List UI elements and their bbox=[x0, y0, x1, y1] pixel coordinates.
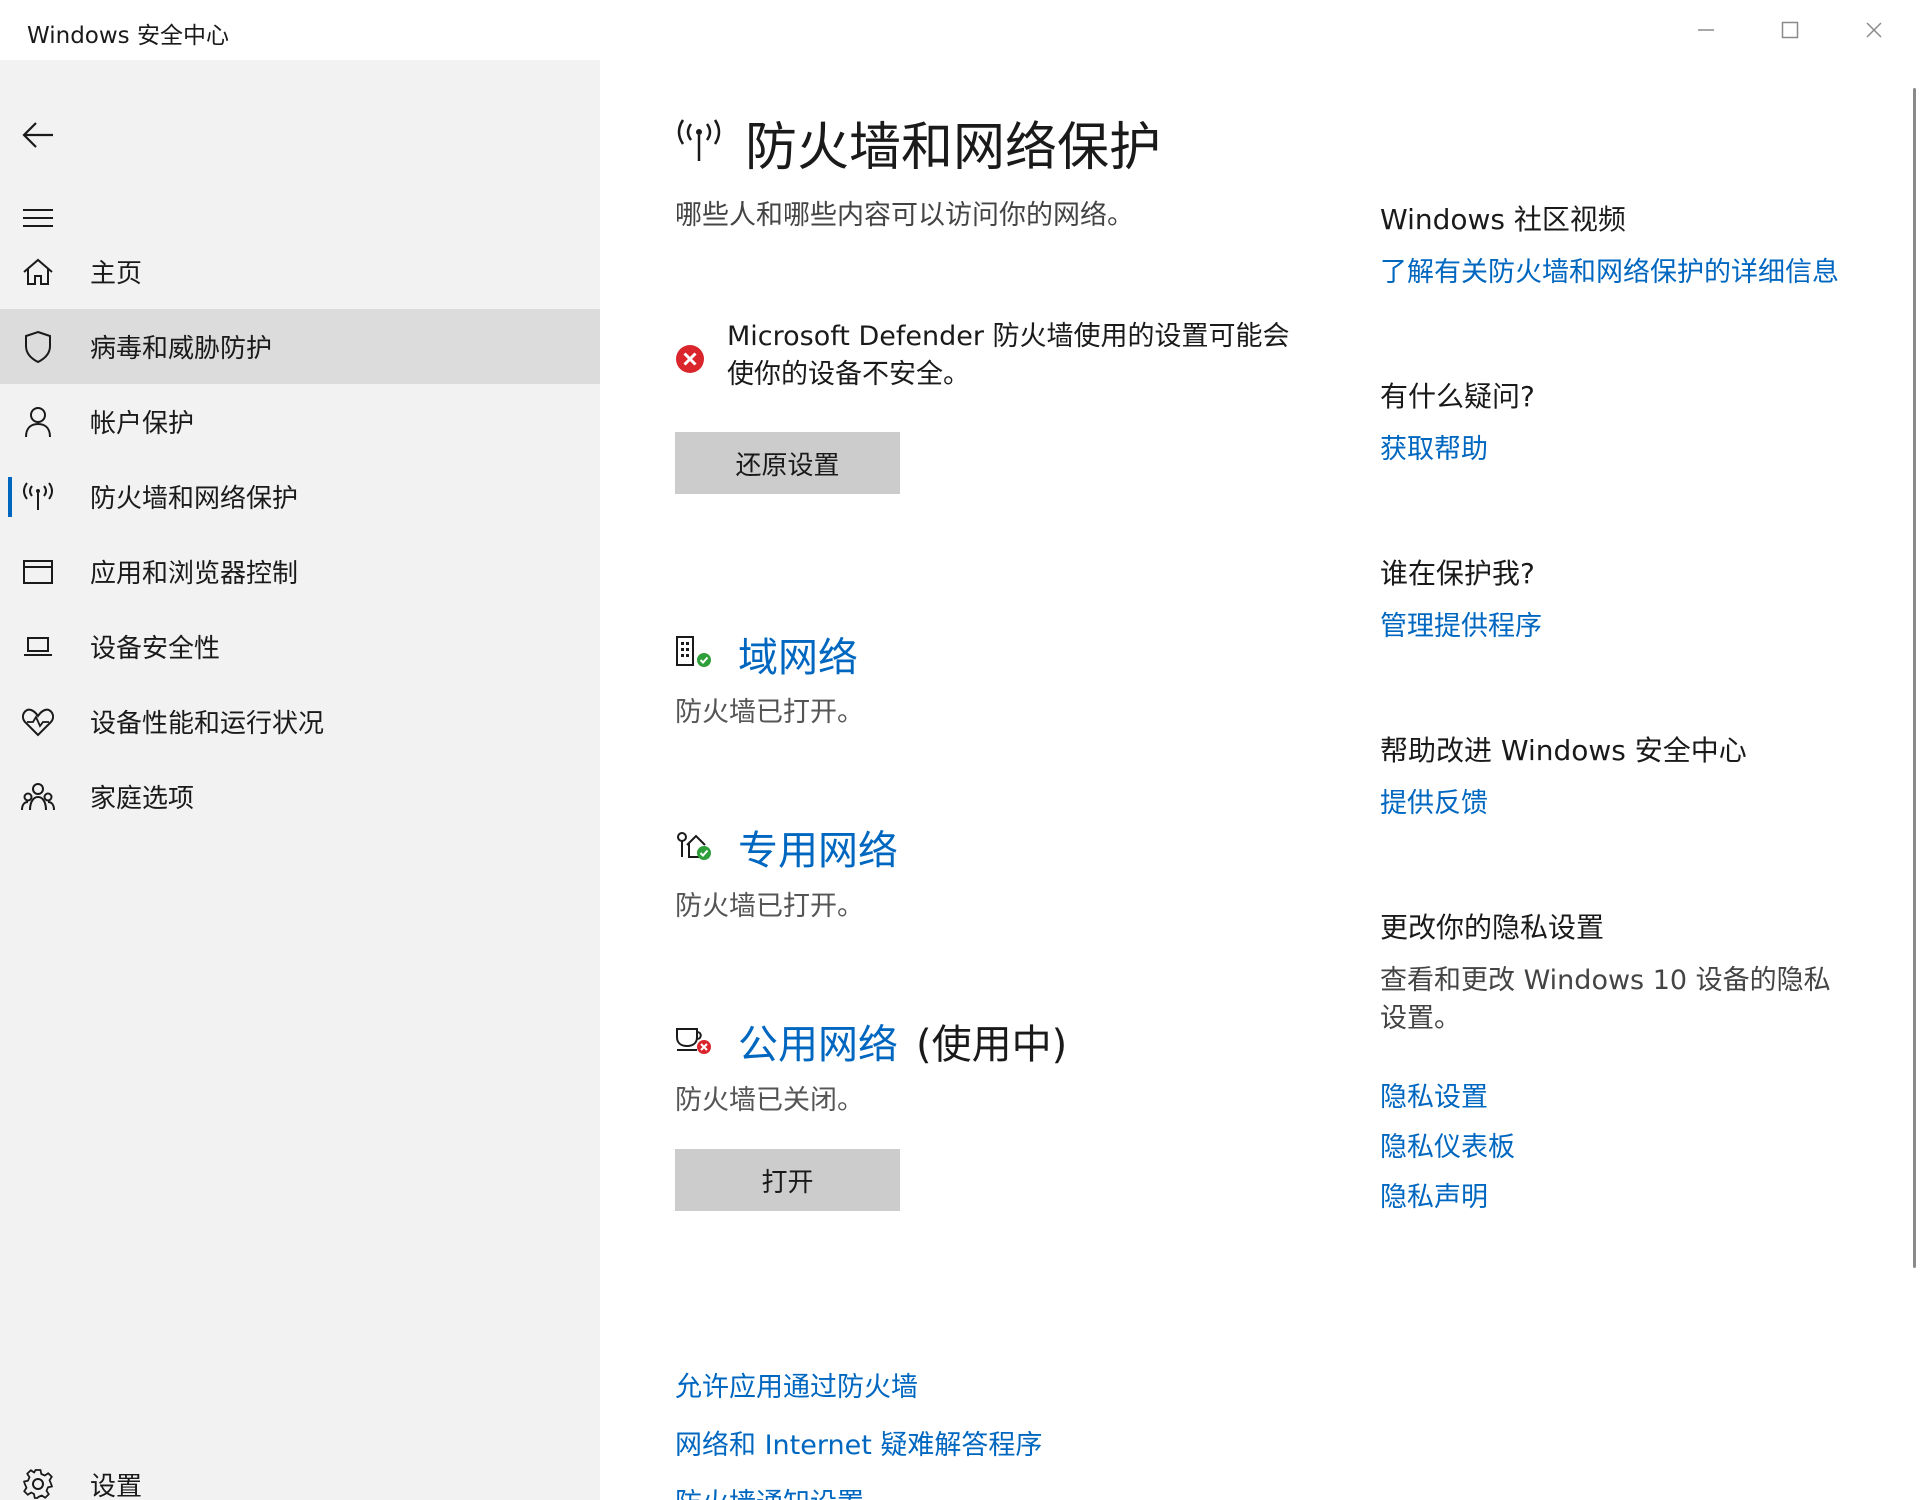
title-bar: Windows 安全中心 bbox=[0, 0, 1920, 60]
page-header: 防火墙和网络保护 bbox=[675, 105, 1161, 180]
domain-network-row: 域网络 bbox=[675, 625, 858, 683]
app-title: Windows 安全中心 bbox=[27, 23, 229, 49]
restore-settings-button[interactable]: 还原设置 bbox=[675, 432, 900, 494]
sidebar-item-account-protection[interactable]: 帐户保护 bbox=[0, 384, 600, 459]
public-network-status: 防火墙已关闭。 bbox=[675, 1085, 864, 1116]
help-improve-heading: 帮助改进 Windows 安全中心 bbox=[1380, 734, 1747, 767]
close-button[interactable] bbox=[1832, 0, 1916, 60]
public-network-in-use: (使用中) bbox=[916, 1022, 1068, 1068]
sidebar-item-family-options[interactable]: 家庭选项 bbox=[0, 759, 600, 834]
manage-providers-link[interactable]: 管理提供程序 bbox=[1380, 604, 1542, 643]
building-check-icon bbox=[675, 634, 713, 674]
network-troubleshooter-link[interactable]: 网络和 Internet 疑难解答程序 bbox=[675, 1423, 1042, 1462]
get-help-link[interactable]: 获取帮助 bbox=[1380, 427, 1488, 466]
private-network-row: 专用网络 bbox=[675, 818, 898, 876]
firewall-warning: Microsoft Defender 防火墙使用的设置可能会使你的设备不安全。 bbox=[675, 318, 1295, 394]
sidebar-item-device-health[interactable]: 设备性能和运行状况 bbox=[0, 684, 600, 759]
sidebar-item-label: 应用和浏览器控制 bbox=[90, 559, 299, 589]
sidebar-item-home[interactable]: 主页 bbox=[0, 234, 600, 309]
warning-text: Microsoft Defender 防火墙使用的设置可能会使你的设备不安全。 bbox=[727, 321, 1290, 390]
antenna-icon bbox=[675, 118, 723, 167]
private-network-link[interactable]: 专用网络 bbox=[738, 818, 898, 876]
privacy-statement-link[interactable]: 隐私声明 bbox=[1380, 1175, 1488, 1214]
sidebar-item-app-browser-control[interactable]: 应用和浏览器控制 bbox=[0, 534, 600, 609]
sidebar-item-label: 家庭选项 bbox=[90, 784, 195, 814]
page-subtitle: 哪些人和哪些内容可以访问你的网络。 bbox=[675, 200, 1134, 231]
person-icon bbox=[0, 384, 76, 459]
browser-window-icon bbox=[0, 534, 76, 609]
privacy-settings-heading: 更改你的隐私设置 bbox=[1380, 911, 1605, 944]
sidebar-item-settings[interactable]: 设置 bbox=[0, 1449, 600, 1500]
public-network-row: 公用网络 (使用中) bbox=[675, 1012, 1067, 1070]
allow-app-through-firewall-link[interactable]: 允许应用通过防火墙 bbox=[675, 1365, 918, 1404]
domain-network-link[interactable]: 域网络 bbox=[738, 625, 858, 683]
sidebar-item-label: 病毒和威胁防护 bbox=[90, 334, 273, 364]
private-network-status: 防火墙已打开。 bbox=[675, 891, 864, 922]
maximize-button[interactable] bbox=[1748, 0, 1832, 60]
back-button[interactable] bbox=[0, 97, 76, 173]
sidebar-item-label: 设备安全性 bbox=[90, 634, 221, 664]
laptop-icon bbox=[0, 609, 76, 684]
close-icon bbox=[1866, 22, 1882, 38]
privacy-description: 查看和更改 Windows 10 设备的隐私设置。 bbox=[1380, 965, 1831, 1034]
sidebar-item-virus-protection[interactable]: 病毒和威胁防护 bbox=[0, 309, 600, 384]
firewall-notification-settings-link[interactable]: 防火墙通知设置 bbox=[675, 1481, 864, 1500]
privacy-settings-link[interactable]: 隐私设置 bbox=[1380, 1075, 1488, 1114]
community-videos-heading: Windows 社区视频 bbox=[1380, 203, 1626, 236]
vertical-scrollbar[interactable] bbox=[1913, 88, 1916, 1268]
questions-heading: 有什么疑问? bbox=[1380, 380, 1535, 413]
antenna-icon bbox=[0, 459, 76, 534]
minimize-button[interactable] bbox=[1664, 0, 1748, 60]
minimize-icon bbox=[1698, 29, 1714, 31]
privacy-dashboard-link[interactable]: 隐私仪表板 bbox=[1380, 1125, 1515, 1164]
sidebar-item-label: 防火墙和网络保护 bbox=[90, 484, 299, 514]
learn-more-link[interactable]: 了解有关防火墙和网络保护的详细信息 bbox=[1380, 250, 1839, 289]
family-icon bbox=[0, 759, 76, 834]
sidebar-item-device-security[interactable]: 设备安全性 bbox=[0, 609, 600, 684]
settings-label: 设置 bbox=[90, 1471, 143, 1500]
sidebar-item-label: 帐户保护 bbox=[90, 409, 195, 439]
sidebar-item-label: 主页 bbox=[90, 259, 143, 289]
page-title: 防火墙和网络保护 bbox=[745, 118, 1162, 178]
home-icon bbox=[0, 234, 76, 309]
who-protects-me-heading: 谁在保护我? bbox=[1380, 557, 1535, 590]
sidebar: 主页 病毒和威胁防护 帐户保护 防火墙和网络保护 应用和浏览器控制 设备安全性 bbox=[0, 60, 600, 1500]
public-network-link[interactable]: 公用网络 bbox=[738, 1012, 898, 1070]
shield-icon bbox=[0, 309, 76, 384]
back-arrow-icon bbox=[22, 122, 53, 148]
coffee-cup-error-icon bbox=[675, 1021, 713, 1061]
gear-icon bbox=[0, 1468, 76, 1500]
maximize-icon bbox=[1781, 21, 1799, 39]
sidebar-item-label: 设备性能和运行状况 bbox=[90, 709, 325, 739]
error-icon bbox=[675, 344, 705, 394]
heart-pulse-icon bbox=[0, 684, 76, 759]
turn-on-button[interactable]: 打开 bbox=[675, 1149, 900, 1211]
sidebar-item-firewall[interactable]: 防火墙和网络保护 bbox=[0, 459, 600, 534]
house-check-icon bbox=[675, 827, 713, 867]
give-feedback-link[interactable]: 提供反馈 bbox=[1380, 781, 1488, 820]
domain-network-status: 防火墙已打开。 bbox=[675, 697, 864, 728]
hamburger-icon bbox=[23, 209, 53, 227]
